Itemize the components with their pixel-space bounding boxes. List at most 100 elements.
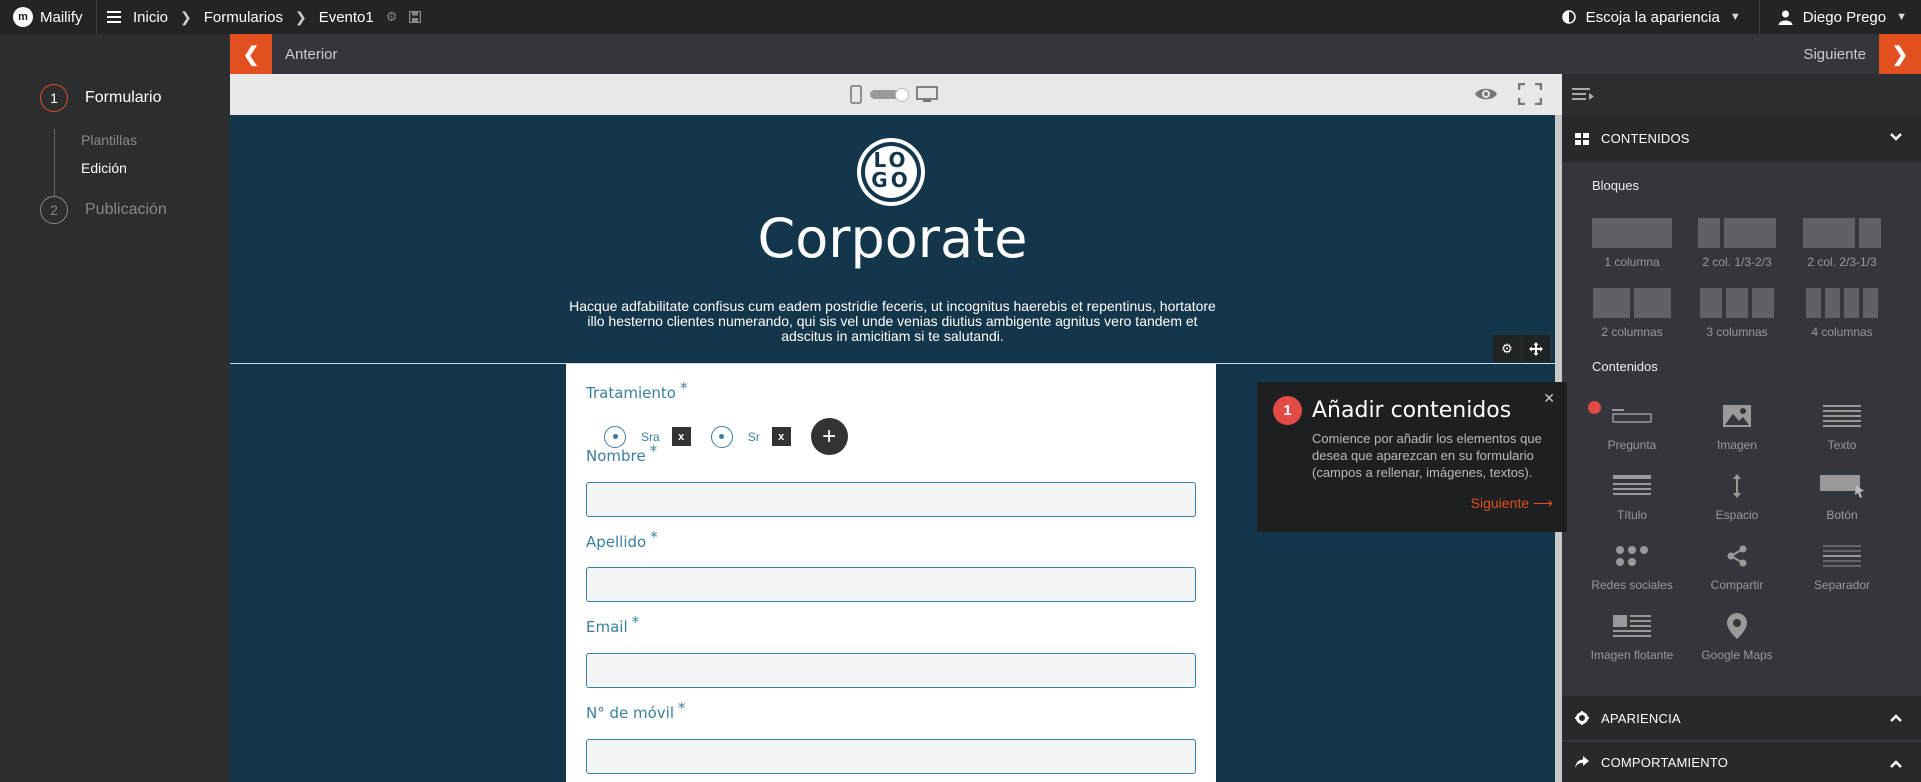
remove-option-button[interactable]: x bbox=[671, 427, 691, 446]
component-label: Título bbox=[1616, 508, 1647, 522]
canvas-toolbar bbox=[230, 74, 1562, 115]
block-3-columns[interactable]: 3 columnas bbox=[1685, 288, 1789, 339]
panel-toolbar bbox=[1562, 74, 1921, 115]
block-4-columns[interactable]: 4 columnas bbox=[1790, 288, 1894, 339]
apellido-input[interactable] bbox=[586, 567, 1196, 602]
user-name: Diego Prego bbox=[1802, 8, 1887, 26]
contents-head-label: CONTENIDOS bbox=[1601, 131, 1690, 146]
fullscreen-icon[interactable] bbox=[1518, 83, 1542, 105]
radio-sra[interactable] bbox=[604, 425, 626, 448]
tour-hotspot-dot[interactable] bbox=[1588, 401, 1601, 414]
movil-input[interactable] bbox=[586, 739, 1196, 774]
contrast-icon bbox=[1561, 10, 1576, 24]
chevron-right-icon: ❯ bbox=[294, 8, 307, 25]
previous-button[interactable]: ❮ bbox=[230, 34, 272, 74]
chevron-down-icon bbox=[1889, 130, 1903, 144]
image-icon bbox=[1685, 402, 1789, 430]
share-arrow-icon bbox=[1575, 756, 1589, 768]
component-titulo[interactable]: Título bbox=[1580, 472, 1684, 522]
component-label: Pregunta bbox=[1607, 438, 1657, 452]
gear-icon[interactable]: ⚙ bbox=[386, 9, 398, 25]
field-label-apellido: Apellido * bbox=[586, 528, 658, 551]
save-icon[interactable] bbox=[409, 11, 422, 23]
breadcrumb-inicio[interactable]: Inicio bbox=[133, 9, 168, 26]
panel-toggle-icon[interactable] bbox=[1572, 87, 1596, 103]
block-1-column[interactable]: 1 columna bbox=[1580, 218, 1684, 269]
component-redes-sociales[interactable]: Redes sociales bbox=[1580, 542, 1684, 592]
vertical-space-icon bbox=[1685, 472, 1789, 500]
steps-sidebar: 1 Formulario Plantillas Edición 2 Public… bbox=[0, 74, 230, 782]
treatment-label: Tratamiento * bbox=[586, 379, 688, 402]
breadcrumb: Inicio ❯ Formularios ❯ Evento1 ⚙ bbox=[97, 8, 422, 26]
component-imagen-flotante[interactable]: Imagen flotante bbox=[1580, 612, 1684, 662]
device-toggle-switch[interactable] bbox=[870, 88, 909, 102]
close-icon[interactable]: ✕ bbox=[1543, 390, 1555, 407]
behavior-section-header[interactable]: COMPORTAMIENTO bbox=[1562, 742, 1921, 782]
step-navigation-bar: ❮ Anterior Siguiente ❯ bbox=[230, 34, 1921, 74]
contents-section-header[interactable]: CONTENIDOS bbox=[1562, 115, 1921, 162]
logo-badge[interactable]: LO GO bbox=[856, 137, 926, 207]
hamburger-menu-icon[interactable] bbox=[107, 11, 121, 23]
block-2-columns[interactable]: 2 columnas bbox=[1580, 288, 1684, 339]
next-label[interactable]: Siguiente bbox=[1790, 46, 1879, 63]
logo-text-line1: LO bbox=[873, 148, 909, 172]
brand[interactable]: m Mailify bbox=[0, 7, 96, 27]
map-pin-icon bbox=[1685, 612, 1789, 640]
step-number: 2 bbox=[40, 196, 68, 224]
substep-plantillas[interactable]: Plantillas bbox=[81, 132, 137, 148]
nombre-input[interactable] bbox=[586, 482, 1196, 517]
chevron-right-icon: ❯ bbox=[180, 8, 192, 25]
component-google-maps[interactable]: Google Maps bbox=[1685, 612, 1789, 662]
social-dots-icon bbox=[1580, 542, 1684, 570]
move-icon[interactable] bbox=[1522, 335, 1551, 362]
previous-label[interactable]: Anterior bbox=[272, 46, 351, 63]
block-label: 2 columnas bbox=[1601, 325, 1663, 339]
title-icon bbox=[1580, 472, 1684, 500]
step-publicacion[interactable]: 2 Publicación bbox=[40, 196, 167, 224]
button-cursor-icon bbox=[1790, 472, 1894, 500]
component-texto[interactable]: Texto bbox=[1790, 402, 1894, 452]
radio-sr[interactable] bbox=[710, 425, 733, 448]
field-label-nombre: Nombre * bbox=[586, 442, 658, 465]
component-label: Imagen bbox=[1716, 438, 1758, 452]
component-label: Texto bbox=[1827, 438, 1857, 452]
add-option-button[interactable]: + bbox=[810, 418, 848, 455]
breadcrumb-formularios[interactable]: Formularios bbox=[204, 9, 283, 26]
remove-option-button[interactable]: x bbox=[771, 427, 791, 446]
logo-text-line2: GO bbox=[871, 168, 911, 192]
component-separador[interactable]: Separador bbox=[1790, 542, 1894, 592]
component-label: Imagen flotante bbox=[1590, 648, 1674, 662]
step-formulario[interactable]: 1 Formulario bbox=[40, 84, 161, 112]
component-label: Espacio bbox=[1715, 508, 1759, 522]
tour-step-number: 1 bbox=[1273, 396, 1302, 425]
step-connector bbox=[54, 129, 55, 199]
block-2-col-1-3-2-3[interactable]: 2 col. 1/3-2/3 bbox=[1685, 218, 1789, 269]
appearance-section-header[interactable]: APARIENCIA bbox=[1562, 696, 1921, 740]
appearance-dropdown[interactable]: Escoja la apariencia ▼ bbox=[1544, 9, 1759, 26]
mobile-icon[interactable] bbox=[850, 85, 862, 104]
component-label: Google Maps bbox=[1701, 648, 1773, 662]
component-imagen[interactable]: Imagen bbox=[1685, 402, 1789, 452]
field-label-movil: N° de móvil * bbox=[586, 699, 686, 722]
block-label: 3 columnas bbox=[1706, 325, 1768, 339]
component-espacio[interactable]: Espacio bbox=[1685, 472, 1789, 522]
component-label: Redes sociales bbox=[1591, 578, 1673, 592]
floating-image-icon bbox=[1580, 612, 1684, 640]
device-toggle[interactable] bbox=[850, 85, 938, 104]
desktop-icon[interactable] bbox=[916, 86, 938, 103]
block-2-col-2-3-1-3[interactable]: 2 col. 2/3-1/3 bbox=[1790, 218, 1894, 269]
block-settings-icon[interactable]: ⚙ bbox=[1493, 335, 1522, 362]
email-input[interactable] bbox=[586, 653, 1196, 688]
form-block: Tratamiento * Sra x Sr x + Nombre * Apelli… bbox=[566, 364, 1216, 782]
next-button[interactable]: ❯ bbox=[1879, 34, 1921, 74]
substep-edicion[interactable]: Edición bbox=[81, 160, 127, 176]
component-compartir[interactable]: Compartir bbox=[1685, 542, 1789, 592]
user-menu[interactable]: Diego Prego ▼ bbox=[1760, 9, 1921, 26]
tour-text: Comience por añadir los elementos que de… bbox=[1312, 431, 1542, 480]
component-boton[interactable]: Botón bbox=[1790, 472, 1894, 522]
preview-eye-icon[interactable] bbox=[1474, 83, 1498, 105]
component-label: Separador bbox=[1813, 578, 1871, 592]
block-label: 2 col. 1/3-2/3 bbox=[1702, 255, 1772, 269]
tour-next-link[interactable]: Siguiente ⟶ bbox=[1471, 495, 1553, 512]
top-right-controls: Escoja la apariencia ▼ Diego Prego ▼ bbox=[1544, 0, 1921, 34]
